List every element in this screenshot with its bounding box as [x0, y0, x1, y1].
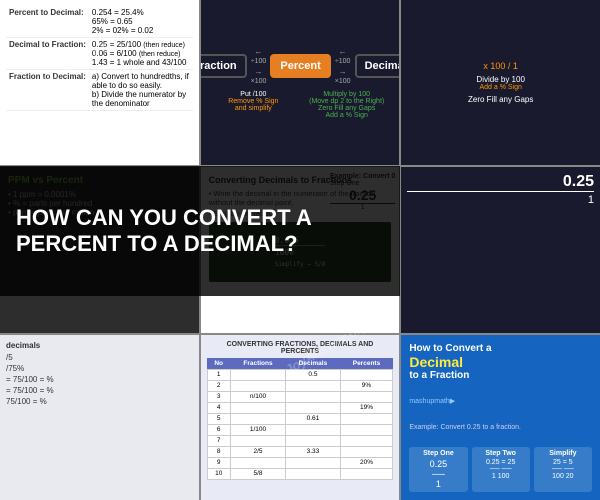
convert-steps-row: Step One 0.25──1 Step Two 0.25 = 25── ──…: [409, 447, 592, 492]
instr-line: (Move dp 2 to the Right): [302, 98, 391, 105]
row-value: a) Convert to hundredths, if able to do …: [89, 70, 193, 111]
overlay-banner: HOW CAN YOU CONVERT A PERCENT TO A DECIM…: [0, 166, 400, 296]
cell-decimals-list: decimals /5 /75% = 75/100 = % = 75/100 =…: [0, 335, 199, 500]
cell-conversion-table: Percent to Decimal: 0.254 = 25.4%65% = 0…: [0, 0, 199, 165]
table-row: Decimal to Fraction: 0.25 = 25/100 (then…: [6, 38, 193, 70]
fractions-table: No Fractions Decimals Percents 10.5 29% …: [207, 358, 394, 480]
cell-top-right: x 100 / 1 Divide by 100 Add a % Sign Zer…: [401, 0, 600, 165]
list-item: = 75/100 = %: [6, 386, 193, 395]
top-right-formula: x 100 / 1: [468, 61, 533, 71]
decimal-box: Decimal: [355, 54, 400, 78]
cell-decimal-fraction: How to Convert a Decimal to a Fraction m…: [401, 335, 600, 500]
instr-line: Zero Fill any Gaps: [302, 105, 391, 112]
step-simplify-box: Simplify 25 = 5── ──100 20: [534, 447, 592, 492]
table-row: 29%: [207, 380, 393, 391]
blue-title-line1: How to Convert a: [409, 343, 592, 354]
blue-title-line2: Decimal: [409, 354, 592, 370]
row-label: Fraction to Decimal:: [6, 70, 89, 111]
instr-line: and simplify: [209, 105, 298, 112]
row-label: Decimal to Fraction:: [6, 38, 89, 70]
percent-box: Percent: [270, 54, 330, 78]
left-arrow: ← ÷100 → ×100: [251, 47, 267, 85]
step-two-label: Step Two: [475, 450, 527, 457]
row-label: Percent to Decimal:: [6, 6, 89, 38]
decimals-title: decimals: [6, 341, 193, 350]
step-one-label: Step One: [412, 450, 464, 457]
col-header-no: No: [207, 358, 230, 370]
step-two-value: 0.25 = 25── ──1 100: [475, 459, 527, 480]
instructions-row: Put /100 Remove % Sign and simplify Mult…: [209, 91, 392, 119]
blue-card-title: How to Convert a Decimal to a Fraction: [409, 343, 592, 381]
blue-title-line3: to a Fraction: [409, 370, 592, 381]
cell-fpd-diagram: Fraction ← ÷100 → ×100 Percent ← ÷100 → …: [201, 0, 400, 165]
instr-line: Remove % Sign: [209, 98, 298, 105]
step-two-box: Step Two 0.25 = 25── ──1 100: [472, 447, 530, 492]
list-item: 75/100 = %: [6, 397, 193, 406]
example-convert-label: Example: Convert 0.25 to a fraction.: [409, 424, 592, 431]
table-row: 50.61: [207, 413, 393, 424]
list-item: = 75/100 = %: [6, 375, 193, 384]
col-header-percents: Percents: [340, 358, 393, 370]
mid-right-content: 0.25 1: [407, 173, 594, 206]
table-row: 105/8: [207, 468, 393, 479]
table-row: 920%: [207, 457, 393, 468]
conversion-arrows: Fraction ← ÷100 → ×100 Percent ← ÷100 → …: [209, 47, 392, 85]
top-right-addpct: Add a % Sign: [468, 84, 533, 91]
step-simplify-label: Simplify: [537, 450, 589, 457]
table-header-row: No Fractions Decimals Percents: [207, 358, 393, 370]
table-row: 82/53.33: [207, 446, 393, 457]
top-right-text: x 100 / 1 Divide by 100 Add a % Sign Zer…: [468, 61, 533, 104]
row-value: 0.254 = 25.4%65% = 0.652% = 02% = 0.02: [89, 6, 193, 38]
mashup-brand: mashupmath▶: [409, 397, 592, 405]
top-right-divbylabel: Divide by 100: [468, 75, 533, 84]
table-row: 7: [207, 435, 393, 446]
cell-frac-table: Converting Fractions, Decimals and Perce…: [201, 335, 400, 500]
top-right-zerofill: Zero Fill any Gaps: [468, 95, 533, 104]
overlay-banner-text: HOW CAN YOU CONVERT A PERCENT TO A DECIM…: [16, 205, 384, 258]
cell-mid-right: 0.25 1: [401, 167, 600, 332]
table-row: Fraction to Decimal: a) Convert to hundr…: [6, 70, 193, 111]
table-row: 10.5: [207, 369, 393, 380]
table-row: 61/100: [207, 424, 393, 435]
step-one-box: Step One 0.25──1: [409, 447, 467, 492]
col-header-decimals: Decimals: [286, 358, 340, 370]
big-decimal: 0.25: [407, 173, 594, 191]
table-row: 419%: [207, 402, 393, 413]
decimal-list: /5 /75% = 75/100 = % = 75/100 = % 75/100…: [6, 353, 193, 406]
instr-line: Multiply by 100: [302, 91, 391, 98]
right-instr: Multiply by 100 (Move dp 2 to the Right)…: [302, 91, 391, 119]
fraction-box: Fraction: [201, 54, 247, 78]
table-row: 3n/100: [207, 391, 393, 402]
step-one-value: 0.25──1: [412, 459, 464, 489]
list-item: /5: [6, 353, 193, 362]
big-one: 1: [407, 191, 594, 206]
instr-line: Add a % Sign: [302, 112, 391, 119]
table-row: Percent to Decimal: 0.254 = 25.4%65% = 0…: [6, 6, 193, 38]
step-simplify-value: 25 = 5── ──100 20: [537, 459, 589, 480]
instr-line: Put /100: [209, 91, 298, 98]
col-header-fractions: Fractions: [230, 358, 286, 370]
conversion-table: Percent to Decimal: 0.254 = 25.4%65% = 0…: [6, 6, 193, 111]
list-item: /75%: [6, 364, 193, 373]
page-wrapper: Percent to Decimal: 0.254 = 25.4%65% = 0…: [0, 0, 600, 500]
frac-table-title: Converting Fractions, Decimals and Perce…: [207, 341, 394, 355]
right-arrow: ← ÷100 → ×100: [335, 47, 351, 85]
row-value: 0.25 = 25/100 (then reduce) 0.06 = 6/100…: [89, 38, 193, 70]
left-instr: Put /100 Remove % Sign and simplify: [209, 91, 298, 119]
